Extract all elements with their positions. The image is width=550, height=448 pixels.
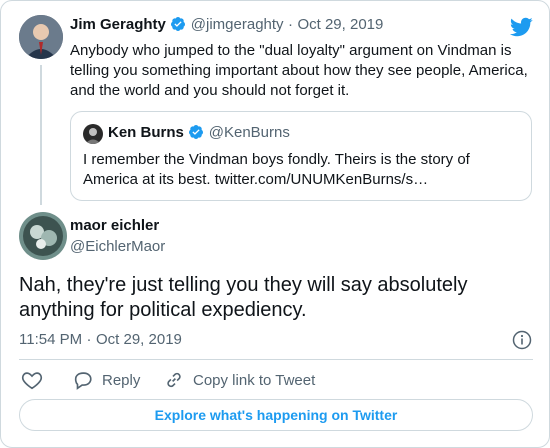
tweet-date[interactable]: Oct 29, 2019 [297,16,383,33]
reply-avatar[interactable] [19,212,67,260]
reply-time: 11:54 PM [19,331,83,348]
verified-badge-icon [189,125,204,139]
quoted-author-name: Ken Burns [108,124,184,141]
heart-icon [21,372,43,390]
reply-author-handle[interactable]: @EichlerMaor [70,238,165,255]
separator-dot: · [86,331,92,348]
thread-line [40,65,42,205]
explore-button[interactable]: Explore what's happening on Twitter [19,399,533,431]
divider [19,359,533,360]
twitter-bird-icon[interactable] [509,15,533,39]
quoted-author-handle: @KenBurns [208,124,290,141]
copy-link-button[interactable]: Copy link to Tweet [163,369,315,391]
parent-tweet-header: Jim Geraghty @jimgeraghty · Oct 29, 2019 [70,16,383,34]
author-name[interactable]: Jim Geraghty [70,16,166,33]
quoted-tweet-header: Ken Burns @KenBurns [108,124,290,142]
avatar[interactable] [19,15,63,59]
verified-badge-icon [171,17,186,31]
quoted-avatar [83,124,103,144]
quoted-tweet[interactable]: Ken Burns @KenBurns I remember the Vindm… [70,111,532,201]
reply-author-name[interactable]: maor eichler [70,217,159,234]
reply-label: Reply [102,371,141,389]
reply-date: Oct 29, 2019 [96,331,182,348]
quoted-tweet-text: I remember the Vindman boys fondly. Thei… [83,151,470,188]
like-button[interactable] [21,369,43,391]
avatar-image [19,15,63,59]
author-handle[interactable]: @jimgeraghty [191,16,284,33]
separator-dot: · [288,16,293,33]
speech-bubble-icon [74,372,92,390]
copy-link-label: Copy link to Tweet [193,371,316,389]
info-icon[interactable] [512,330,532,350]
parent-tweet-text: Anybody who jumped to the "dual loyalty"… [70,42,528,99]
reply-button[interactable]: Reply [72,369,140,391]
link-icon [167,372,181,388]
reply-tweet-text: Nah, they're just telling you they will … [19,274,468,321]
reply-timestamp[interactable]: 11:54 PM · Oct 29, 2019 [19,331,182,349]
embedded-tweet-card: Jim Geraghty @jimgeraghty · Oct 29, 2019… [0,0,550,448]
